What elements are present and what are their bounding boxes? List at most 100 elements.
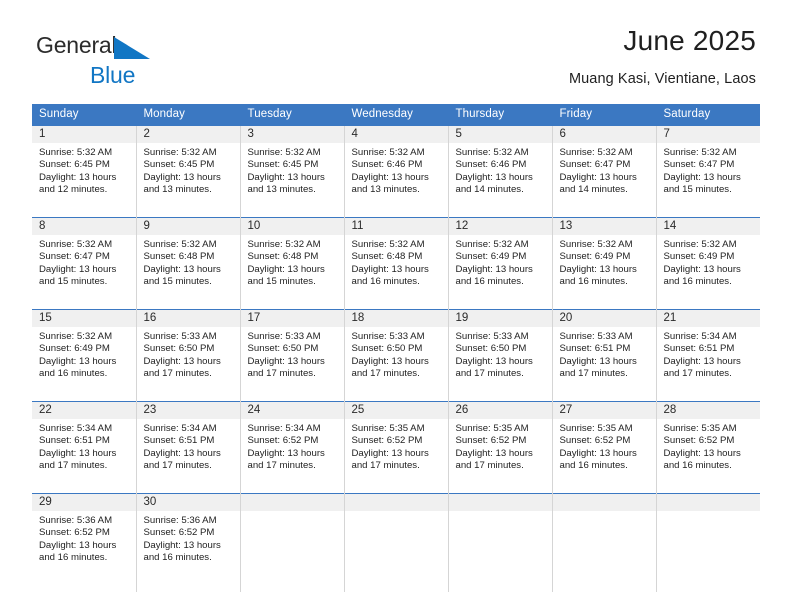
daylight-text-line2: and 16 minutes. — [39, 368, 108, 380]
calendar-day-cell[interactable]: 22 Sunrise: 5:34 AM Sunset: 6:51 PM Dayligh… — [32, 401, 137, 494]
calendar-day-cell[interactable]: 18 Sunrise: 5:33 AM Sunset: 6:50 PM Dayligh… — [344, 309, 449, 402]
daylight-text-line1: Daylight: 13 hours — [455, 171, 533, 183]
calendar-day-cell[interactable]: 15 Sunrise: 5:32 AM Sunset: 6:49 PM Dayligh… — [32, 309, 137, 402]
calendar-day-cell[interactable]: 27 Sunrise: 5:35 AM Sunset: 6:52 PM Dayligh… — [552, 401, 657, 494]
sunset-text: Sunset: 6:48 PM — [247, 251, 319, 263]
calendar-day-cell[interactable]: 19 Sunrise: 5:33 AM Sunset: 6:50 PM Dayligh… — [448, 309, 553, 402]
generalblue-logo: General Blue — [36, 26, 216, 87]
sunrise-text: Sunrise: 5:32 AM — [559, 239, 633, 250]
day-number: 6 — [552, 126, 656, 143]
day-number: 20 — [552, 310, 656, 327]
daylight-text-line2: and 16 minutes. — [455, 276, 524, 288]
calendar-day-cell[interactable]: 29 Sunrise: 5:36 AM Sunset: 6:52 PM Dayligh… — [32, 493, 137, 592]
sunrise-text: Sunrise: 5:36 AM — [39, 515, 113, 526]
calendar-day-cell[interactable]: 4 Sunrise: 5:32 AM Sunset: 6:46 PM Daylight… — [344, 125, 449, 218]
sunset-text: Sunset: 6:52 PM — [247, 435, 319, 447]
daylight-text-line1: Daylight: 13 hours — [663, 171, 741, 183]
calendar-day-cell[interactable]: 1 Sunrise: 5:32 AM Sunset: 6:45 PM Daylight… — [32, 125, 137, 218]
calendar-day-cell[interactable]: 16 Sunrise: 5:33 AM Sunset: 6:50 PM Dayligh… — [136, 309, 241, 402]
calendar-day-cell[interactable]: 17 Sunrise: 5:33 AM Sunset: 6:50 PM Dayligh… — [240, 309, 345, 402]
sunrise-text: Sunrise: 5:32 AM — [351, 239, 425, 250]
calendar-day-cell[interactable]: 6 Sunrise: 5:32 AM Sunset: 6:47 PM Daylight… — [552, 125, 657, 218]
daylight-text-line1: Daylight: 13 hours — [351, 355, 429, 367]
day-number: 16 — [136, 310, 240, 327]
day-details: Sunrise: 5:35 AM Sunset: 6:52 PM Daylight:… — [449, 419, 552, 473]
calendar-day-cell-empty — [344, 493, 449, 592]
calendar-day-cell[interactable]: 26 Sunrise: 5:35 AM Sunset: 6:52 PM Dayligh… — [448, 401, 553, 494]
calendar-day-cell[interactable]: 24 Sunrise: 5:34 AM Sunset: 6:52 PM Dayligh… — [240, 401, 345, 494]
sunset-text: Sunset: 6:52 PM — [663, 435, 735, 447]
daylight-text-line2: and 15 minutes. — [143, 276, 212, 288]
calendar-day-cell[interactable]: 21 Sunrise: 5:34 AM Sunset: 6:51 PM Dayligh… — [656, 309, 760, 402]
daylight-text-line1: Daylight: 13 hours — [247, 263, 325, 275]
calendar-day-cell-empty — [552, 493, 657, 592]
day-details: Sunrise: 5:33 AM Sunset: 6:50 PM Daylight:… — [137, 327, 240, 381]
logo-text-general: General — [36, 32, 117, 58]
sunrise-text: Sunrise: 5:33 AM — [247, 331, 321, 342]
logo-text-blue: Blue — [90, 62, 136, 88]
daylight-text-line2: and 17 minutes. — [143, 460, 212, 472]
calendar-day-cell[interactable]: 14 Sunrise: 5:32 AM Sunset: 6:49 PM Dayligh… — [656, 217, 760, 310]
sunset-text: Sunset: 6:49 PM — [559, 251, 631, 263]
calendar-day-cell[interactable]: 28 Sunrise: 5:35 AM Sunset: 6:52 PM Dayligh… — [656, 401, 760, 494]
calendar-day-cell[interactable]: 13 Sunrise: 5:32 AM Sunset: 6:49 PM Dayligh… — [552, 217, 657, 310]
daylight-text-line2: and 16 minutes. — [663, 276, 732, 288]
sunset-text: Sunset: 6:46 PM — [455, 159, 527, 171]
day-number: 28 — [656, 402, 760, 419]
weekday-header-friday: Friday — [552, 104, 657, 126]
day-details: Sunrise: 5:34 AM Sunset: 6:51 PM Daylight:… — [32, 419, 136, 473]
calendar-day-cell[interactable]: 12 Sunrise: 5:32 AM Sunset: 6:49 PM Dayligh… — [448, 217, 553, 310]
calendar-day-cell-empty — [448, 493, 553, 592]
calendar-day-cell[interactable]: 8 Sunrise: 5:32 AM Sunset: 6:47 PM Daylight… — [32, 217, 137, 310]
day-number: 15 — [32, 310, 136, 327]
day-number: 11 — [344, 218, 448, 235]
daylight-text-line2: and 17 minutes. — [663, 368, 732, 380]
calendar-day-cell[interactable]: 9 Sunrise: 5:32 AM Sunset: 6:48 PM Daylight… — [136, 217, 241, 310]
day-details: Sunrise: 5:34 AM Sunset: 6:51 PM Daylight:… — [137, 419, 240, 473]
day-number: 14 — [656, 218, 760, 235]
day-number: 3 — [240, 126, 344, 143]
sunrise-text: Sunrise: 5:32 AM — [663, 239, 737, 250]
calendar-day-cell[interactable]: 3 Sunrise: 5:32 AM Sunset: 6:45 PM Daylight… — [240, 125, 345, 218]
daylight-text-line2: and 15 minutes. — [39, 276, 108, 288]
calendar-day-cell[interactable]: 20 Sunrise: 5:33 AM Sunset: 6:51 PM Dayligh… — [552, 309, 657, 402]
calendar-day-cell[interactable]: 10 Sunrise: 5:32 AM Sunset: 6:48 PM Dayligh… — [240, 217, 345, 310]
day-details: Sunrise: 5:36 AM Sunset: 6:52 PM Daylight:… — [137, 511, 240, 565]
daylight-text-line1: Daylight: 13 hours — [39, 447, 117, 459]
calendar-week-row: 15 Sunrise: 5:32 AM Sunset: 6:49 PM Dayligh… — [32, 309, 760, 402]
calendar-day-cell[interactable]: 23 Sunrise: 5:34 AM Sunset: 6:51 PM Dayligh… — [136, 401, 241, 494]
calendar-day-cell[interactable]: 2 Sunrise: 5:32 AM Sunset: 6:45 PM Daylight… — [136, 125, 241, 218]
daylight-text-line2: and 17 minutes. — [39, 460, 108, 472]
day-number: 26 — [448, 402, 552, 419]
sunset-text: Sunset: 6:48 PM — [143, 251, 215, 263]
calendar-day-cell[interactable]: 25 Sunrise: 5:35 AM Sunset: 6:52 PM Dayligh… — [344, 401, 449, 494]
day-number: 17 — [240, 310, 344, 327]
daylight-text-line2: and 15 minutes. — [663, 184, 732, 196]
daylight-text-line1: Daylight: 13 hours — [247, 171, 325, 183]
calendar-day-cell-empty — [656, 493, 760, 592]
sunrise-text: Sunrise: 5:34 AM — [39, 423, 113, 434]
calendar-day-cell[interactable]: 11 Sunrise: 5:32 AM Sunset: 6:48 PM Dayligh… — [344, 217, 449, 310]
daylight-text-line2: and 12 minutes. — [39, 184, 108, 196]
day-details: Sunrise: 5:32 AM Sunset: 6:45 PM Daylight:… — [32, 143, 136, 197]
calendar-day-cell[interactable]: 5 Sunrise: 5:32 AM Sunset: 6:46 PM Daylight… — [448, 125, 553, 218]
weekday-header-wednesday: Wednesday — [344, 104, 449, 126]
daylight-text-line2: and 17 minutes. — [351, 368, 420, 380]
daylight-text-line2: and 16 minutes. — [663, 460, 732, 472]
daylight-text-line1: Daylight: 13 hours — [143, 263, 221, 275]
sunrise-text: Sunrise: 5:35 AM — [559, 423, 633, 434]
day-details: Sunrise: 5:32 AM Sunset: 6:46 PM Daylight:… — [345, 143, 448, 197]
day-details: Sunrise: 5:36 AM Sunset: 6:52 PM Daylight:… — [32, 511, 136, 565]
daylight-text-line1: Daylight: 13 hours — [455, 355, 533, 367]
weekday-header-row: Sunday Monday Tuesday Wednesday Thursday Frid… — [32, 104, 760, 126]
daylight-text-line1: Daylight: 13 hours — [39, 171, 117, 183]
daylight-text-line1: Daylight: 13 hours — [143, 539, 221, 551]
day-details: Sunrise: 5:32 AM Sunset: 6:45 PM Daylight:… — [241, 143, 344, 197]
sunset-text: Sunset: 6:51 PM — [143, 435, 215, 447]
sunset-text: Sunset: 6:47 PM — [663, 159, 735, 171]
calendar-day-cell[interactable]: 30 Sunrise: 5:36 AM Sunset: 6:52 PM Dayligh… — [136, 493, 241, 592]
daylight-text-line2: and 17 minutes. — [351, 460, 420, 472]
day-number: 8 — [32, 218, 136, 235]
daylight-text-line1: Daylight: 13 hours — [455, 447, 533, 459]
calendar-day-cell[interactable]: 7 Sunrise: 5:32 AM Sunset: 6:47 PM Daylight… — [656, 125, 760, 218]
